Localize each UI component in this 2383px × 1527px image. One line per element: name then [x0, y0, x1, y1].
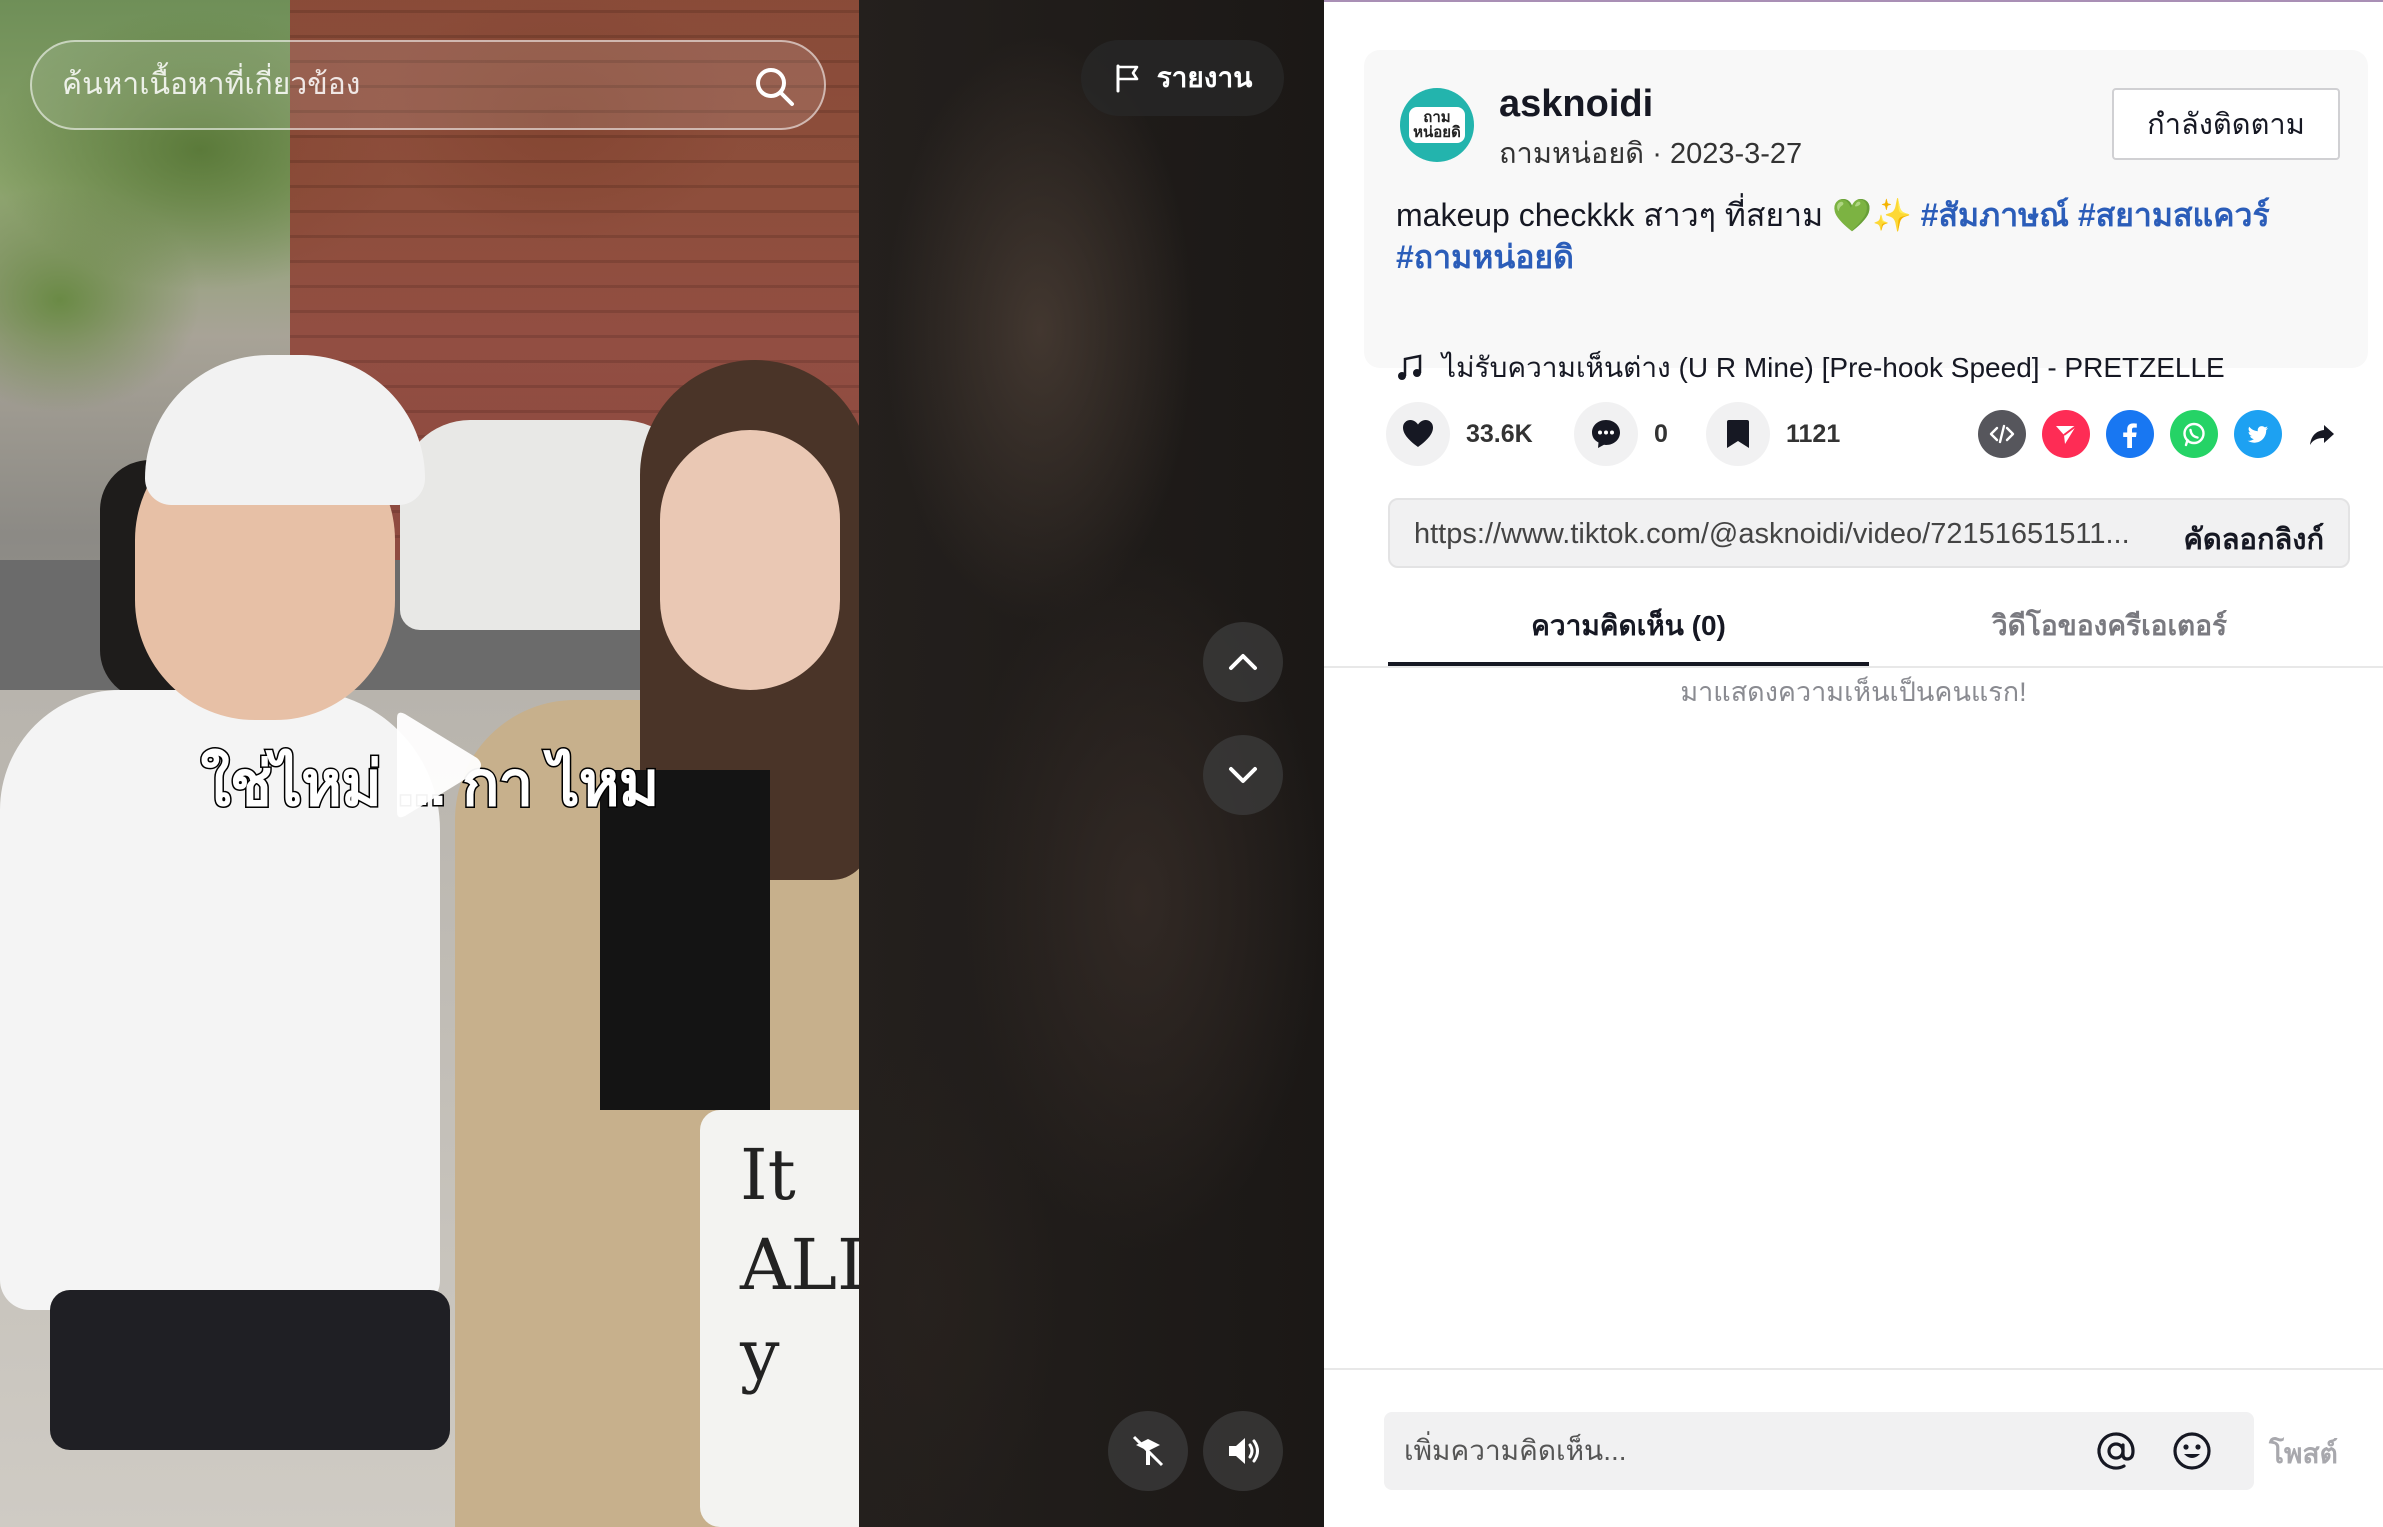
hashtag-link[interactable]: #สัมภาษณ์ [1921, 197, 2069, 233]
bookmark-icon [1727, 420, 1749, 448]
post-info-card: ถามหน่อยดิ asknoidi ถามหน่อยดิ · 2023-3-… [1364, 50, 2368, 383]
details-panel: ถามหน่อยดิ asknoidi ถามหน่อยดิ · 2023-3-… [1324, 0, 2383, 1527]
embed-icon[interactable] [1978, 410, 2026, 458]
nickname-date: ถามหน่อยดิ · 2023-3-27 [1499, 130, 1802, 176]
video-url: https://www.tiktok.com/@asknoidi/video/7… [1414, 518, 2130, 550]
heart-icon [1403, 420, 1433, 447]
chevron-down-icon [1229, 767, 1257, 783]
like-count: 33.6K [1466, 419, 1533, 448]
video-player[interactable]: It ALL y ใช่ไหม่ ... กา ไหม [0, 0, 859, 1527]
post-date: 2023-3-27 [1669, 138, 1803, 170]
hashtag-link[interactable]: #สยามสแควร์ [2078, 197, 2270, 233]
chevron-up-icon [1229, 654, 1257, 670]
floating-player-button[interactable] [1108, 1411, 1188, 1491]
comment-button[interactable] [1574, 402, 1638, 466]
post-comment-button[interactable]: โพสต์ [2269, 1432, 2338, 1476]
username[interactable]: asknoidi [1499, 83, 1653, 126]
tab-creator-videos[interactable]: วิดีโอของครีเอเตอร์ [1869, 602, 2350, 666]
volume-button[interactable] [1203, 1411, 1283, 1491]
previous-video-button[interactable] [1203, 622, 1283, 702]
comment-count: 0 [1654, 419, 1668, 448]
search-input[interactable] [62, 42, 742, 128]
avatar[interactable]: ถามหน่อยดิ [1400, 88, 1474, 162]
comment-tabs: ความคิดเห็น (0) วิดีโอของครีเอเตอร์ [1388, 602, 2350, 666]
tab-comments[interactable]: ความคิดเห็น (0) [1388, 602, 1869, 666]
search-icon[interactable] [752, 64, 796, 108]
search-box[interactable] [30, 40, 826, 130]
caption-text: makeup checkkk สาวๆ ที่สยาม [1396, 197, 1833, 233]
save-count: 1121 [1786, 419, 1841, 448]
like-button[interactable] [1386, 402, 1450, 466]
comment-icon [1592, 420, 1620, 448]
like-action[interactable]: 33.6K [1386, 402, 1533, 466]
floating-player-icon [1132, 1435, 1164, 1467]
copy-link-bar: https://www.tiktok.com/@asknoidi/video/7… [1388, 498, 2350, 568]
following-button[interactable]: กำลังติดตาม [2112, 88, 2340, 160]
nickname: ถามหน่อยดิ [1499, 138, 1645, 170]
save-action[interactable]: 1121 [1706, 402, 1840, 466]
avatar-text: ถามหน่อยดิ [1409, 107, 1465, 143]
twitter-icon[interactable] [2234, 410, 2282, 458]
facebook-icon[interactable] [2106, 410, 2154, 458]
empty-comments-message: มาแสดงความเห็นเป็นคนแรก! [1680, 677, 2027, 707]
copy-link-button[interactable]: คัดลอกลิงก์ [2184, 516, 2324, 562]
sparkles-emoji: ✨ [1871, 197, 1912, 233]
green-heart-emoji: 💚 [1832, 197, 1872, 233]
divider [1324, 666, 2383, 668]
report-button[interactable]: รายงาน [1081, 40, 1284, 116]
video-scene-tote-text: It ALL y [740, 1134, 859, 1396]
music-title: ไม่รับความเห็นต่าง (U R Mine) [Pre-hook … [1442, 352, 2225, 383]
comment-input-box[interactable] [1384, 1412, 2254, 1490]
comment-action[interactable]: 0 [1574, 402, 1668, 466]
play-icon [397, 712, 481, 818]
next-video-button[interactable] [1203, 735, 1283, 815]
send-icon[interactable] [2042, 410, 2090, 458]
report-label: รายงาน [1156, 62, 1253, 93]
play-button[interactable] [385, 710, 485, 820]
divider [1324, 1368, 2383, 1370]
separator: · [1644, 138, 1670, 170]
video-area: It ALL y ใช่ไหม่ ... กา ไหม รายงาน [0, 0, 1324, 1527]
comment-input[interactable] [1404, 1412, 2084, 1490]
flag-icon [1116, 64, 1138, 93]
hashtag-link[interactable]: #ถามหน่อยดิ [1396, 239, 1574, 275]
whatsapp-icon[interactable] [2170, 410, 2218, 458]
mention-icon[interactable] [2094, 1429, 2138, 1473]
volume-icon [1229, 1438, 1259, 1464]
save-button[interactable] [1706, 402, 1770, 466]
music-link[interactable]: ไม่รับความเห็นต่าง (U R Mine) [Pre-hook … [1396, 346, 2225, 390]
music-note-icon [1398, 354, 1422, 380]
caption: makeup checkkk สาวๆ ที่สยาม 💚✨ #สัมภาษณ์… [1396, 194, 2346, 278]
video-scene-person-shorts [50, 1290, 450, 1450]
share-arrow-icon[interactable] [2298, 410, 2346, 458]
emoji-icon[interactable] [2170, 1429, 2214, 1473]
video-scene-person2-head [660, 430, 840, 690]
